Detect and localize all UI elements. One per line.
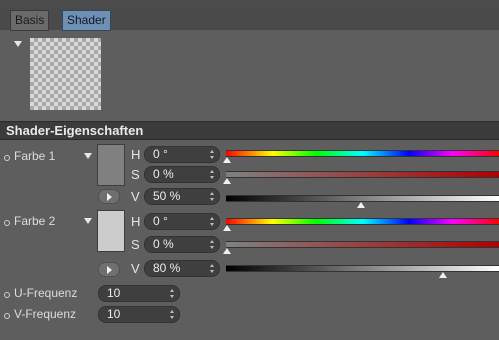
farbe1-h-label: H: [131, 147, 141, 162]
u-frequenz-label: U-Frequenz: [14, 286, 78, 300]
spinner-icon[interactable]: [210, 240, 214, 249]
animation-dot-icon[interactable]: [4, 292, 10, 298]
farbe2-h-label: H: [131, 214, 141, 229]
animation-dot-icon[interactable]: [4, 220, 10, 226]
spinner-icon[interactable]: [210, 217, 214, 226]
farbe2-v-field[interactable]: 80 %: [144, 260, 220, 277]
u-frequenz-field[interactable]: 10: [98, 285, 180, 302]
farbe1-v-marker[interactable]: [357, 202, 365, 208]
farbe2-h-value: 0 °: [153, 214, 168, 228]
farbe1-s-value: 0 %: [153, 167, 174, 181]
u-frequenz-value: 10: [107, 286, 121, 300]
farbe2-h-field[interactable]: 0 °: [144, 213, 220, 230]
farbe1-v-value: 50 %: [153, 189, 181, 203]
farbe2-swatch[interactable]: [97, 210, 125, 252]
farbe1-s-label: S: [131, 167, 140, 182]
farbe1-v-field[interactable]: 50 %: [144, 188, 220, 205]
spinner-icon[interactable]: [170, 289, 174, 298]
farbe1-h-value: 0 °: [153, 147, 168, 161]
farbe1-label: Farbe 1: [14, 149, 56, 163]
farbe1-s-marker[interactable]: [223, 178, 231, 184]
spinner-icon[interactable]: [210, 150, 214, 159]
play-icon: [107, 193, 112, 201]
shader-preview: [30, 38, 101, 110]
spinner-icon[interactable]: [170, 310, 174, 319]
tab-shader[interactable]: Shader: [62, 10, 111, 31]
farbe1-expand-icon[interactable]: [84, 153, 92, 159]
farbe1-h-slider[interactable]: [226, 150, 499, 157]
v-frequenz-label: V-Frequenz: [14, 307, 77, 321]
farbe2-v-slider[interactable]: [226, 265, 499, 272]
play-icon: [107, 266, 112, 274]
farbe2-expand-icon[interactable]: [84, 218, 92, 224]
preview-collapse-icon[interactable]: [14, 41, 22, 47]
farbe2-label: Farbe 2: [14, 214, 56, 228]
spinner-icon[interactable]: [210, 170, 214, 179]
farbe2-s-marker[interactable]: [223, 248, 231, 254]
farbe1-h-field[interactable]: 0 °: [144, 146, 220, 163]
farbe2-s-field[interactable]: 0 %: [144, 236, 220, 253]
farbe1-swatch[interactable]: [97, 144, 125, 186]
farbe2-s-slider[interactable]: [226, 241, 499, 248]
animation-dot-icon[interactable]: [4, 313, 10, 319]
farbe1-s-slider[interactable]: [226, 171, 499, 178]
farbe2-s-value: 0 %: [153, 237, 174, 251]
farbe1-h-marker[interactable]: [223, 157, 231, 163]
farbe2-v-marker[interactable]: [439, 272, 447, 278]
section-title: Shader-Eigenschaften: [6, 123, 144, 138]
farbe1-mode-button[interactable]: [98, 189, 120, 204]
farbe2-h-slider[interactable]: [226, 218, 499, 225]
farbe2-h-marker[interactable]: [223, 225, 231, 231]
farbe1-s-field[interactable]: 0 %: [144, 166, 220, 183]
farbe2-v-value: 80 %: [153, 261, 181, 275]
section-header: Shader-Eigenschaften: [0, 121, 499, 140]
top-strip: [0, 0, 499, 8]
farbe2-s-label: S: [131, 237, 140, 252]
farbe2-mode-button[interactable]: [98, 262, 120, 277]
farbe2-v-label: V: [131, 261, 140, 276]
v-frequenz-value: 10: [107, 307, 121, 321]
farbe1-v-label: V: [131, 189, 140, 204]
tab-basis[interactable]: Basis: [10, 10, 50, 31]
spinner-icon[interactable]: [210, 192, 214, 201]
farbe1-v-slider[interactable]: [226, 195, 499, 202]
v-frequenz-field[interactable]: 10: [98, 306, 180, 323]
spinner-icon[interactable]: [210, 264, 214, 273]
animation-dot-icon[interactable]: [4, 155, 10, 161]
